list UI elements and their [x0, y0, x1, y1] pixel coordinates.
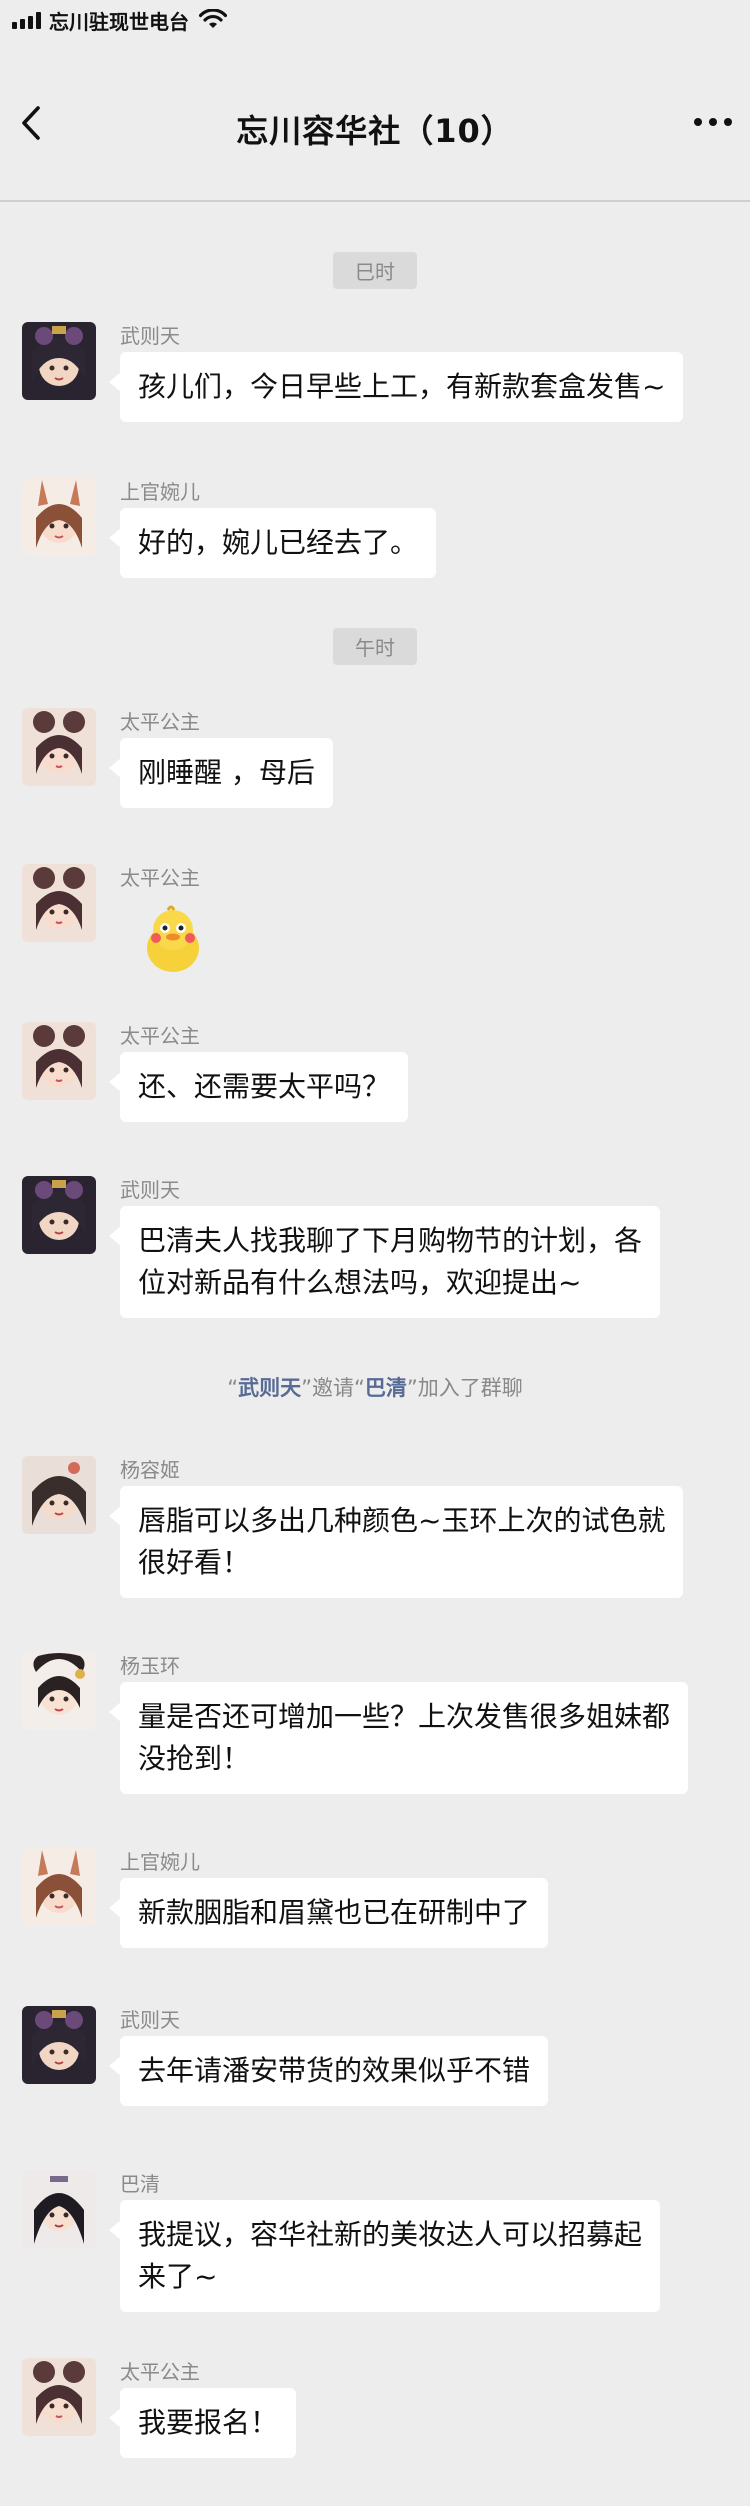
message-bubble[interactable]: 刚睡醒 ，母后 — [109, 738, 333, 808]
sender-name: 上官婉儿 — [120, 1850, 200, 1874]
sender-name: 太平公主 — [120, 710, 200, 734]
message-line: 位对新品有什么想法吗，欢迎提出~ — [138, 1266, 582, 1299]
sender-name: 武则天 — [120, 324, 180, 348]
chat-header: 忘川容华社（10） — [0, 40, 750, 202]
system-notice: “武则天”邀请“巴清”加入了群聊 — [0, 1372, 750, 1402]
message-line: 没抢到！ — [138, 1742, 251, 1775]
sender-name: 杨容姬 — [120, 1458, 180, 1482]
message-bubble[interactable]: 量是否还可增加一些？上次发售很多姐妹都 没抢到！ — [108, 1682, 689, 1794]
avatar-baqing[interactable] — [22, 2170, 96, 2248]
invitee-link[interactable]: 巴清 — [365, 1376, 407, 1400]
chat-title: 忘川容华社（10） — [236, 112, 514, 150]
wifi-icon — [199, 9, 227, 28]
avatar-taiping[interactable] — [22, 2358, 96, 2436]
avatar-taiping[interactable] — [22, 708, 96, 786]
avatar-taiping[interactable] — [22, 864, 96, 942]
signal-icon — [12, 11, 41, 29]
sender-name: 巴清 — [120, 2172, 160, 2196]
sender-name: 太平公主 — [120, 866, 200, 890]
sender-name: 武则天 — [120, 2008, 180, 2032]
more-options-icon[interactable] — [694, 118, 732, 126]
message-line: 巴清夫人找我聊了下月购物节的计划，各 — [138, 1224, 643, 1257]
duck-sticker[interactable] — [138, 904, 208, 974]
message-line: 量是否还可增加一些？上次发售很多姐妹都 — [138, 1700, 671, 1733]
message-bubble[interactable]: 新款胭脂和眉黛也已在研制中了 — [108, 1878, 549, 1948]
notice-text: ”邀请“ — [301, 1376, 365, 1400]
time-label: 巳时 — [333, 252, 417, 289]
message-line: 我提议，容华社新的美妆达人可以招募起 — [138, 2218, 643, 2251]
sender-name: 太平公主 — [120, 1024, 200, 1048]
notice-text: ”加入了群聊 — [406, 1376, 523, 1400]
time-label: 午时 — [333, 628, 417, 665]
message-bubble[interactable]: 我要报名！ — [108, 2388, 297, 2458]
status-bar: 忘川驻现世电台 — [0, 0, 750, 40]
message-line: 唇脂可以多出几种颜色~玉环上次的试色就 — [138, 1504, 666, 1537]
avatar-yangrongji[interactable] — [22, 1456, 96, 1534]
avatar-wuzetian[interactable] — [22, 1176, 96, 1254]
avatar-wan-er[interactable] — [22, 1848, 96, 1926]
message-bubble[interactable]: 去年请潘安带货的效果似乎不错 — [108, 2036, 549, 2106]
avatar-taiping[interactable] — [22, 1022, 96, 1100]
message-bubble[interactable]: 我提议，容华社新的美妆达人可以招募起 来了~ — [108, 2200, 661, 2312]
carrier-name: 忘川驻现世电台 — [49, 9, 189, 34]
notice-text: “ — [227, 1376, 239, 1400]
message-bubble[interactable]: 唇脂可以多出几种颜色~玉环上次的试色就 很好看！ — [108, 1486, 684, 1598]
message-bubble[interactable]: 还、还需要太平吗？ — [108, 1052, 409, 1122]
message-line: 来了~ — [138, 2260, 218, 2293]
time-divider: 巳时 — [0, 252, 750, 289]
time-divider: 午时 — [0, 628, 750, 665]
inviter-link[interactable]: 武则天 — [238, 1376, 301, 1400]
message-line: 很好看！ — [138, 1546, 251, 1579]
message-bubble[interactable]: 巴清夫人找我聊了下月购物节的计划，各 位对新品有什么想法吗，欢迎提出~ — [108, 1206, 661, 1318]
message-bubble[interactable]: 孩儿们，今日早些上工，有新款套盒发售~ — [108, 352, 684, 422]
sender-name: 杨玉环 — [120, 1654, 180, 1678]
avatar-wuzetian[interactable] — [22, 322, 96, 400]
sender-name: 武则天 — [120, 1178, 180, 1202]
sender-name: 太平公主 — [120, 2360, 200, 2384]
message-bubble[interactable]: 好的，婉儿已经去了。 — [108, 508, 437, 578]
avatar-wan-er[interactable] — [22, 478, 96, 556]
sender-name: 上官婉儿 — [120, 480, 200, 504]
avatar-wuzetian[interactable] — [22, 2006, 96, 2084]
avatar-yangyuhuan[interactable] — [22, 1652, 96, 1730]
